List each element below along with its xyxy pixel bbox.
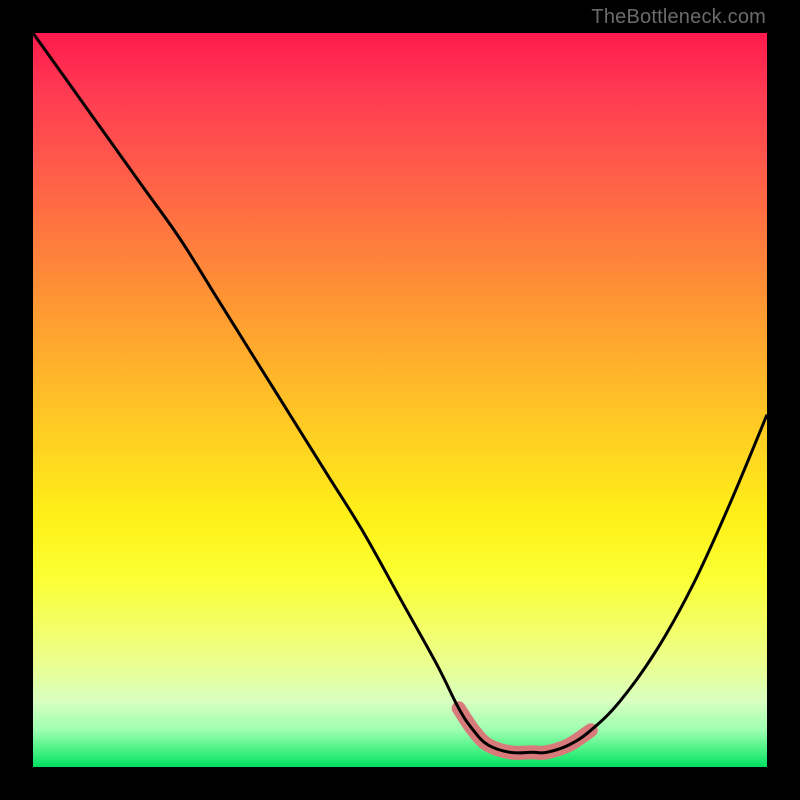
bottleneck-curve <box>33 33 767 753</box>
valley-highlight <box>459 708 591 753</box>
watermark-text: TheBottleneck.com <box>591 6 766 29</box>
bottleneck-curve-svg <box>33 33 767 767</box>
chart-frame: TheBottleneck.com <box>0 0 800 800</box>
